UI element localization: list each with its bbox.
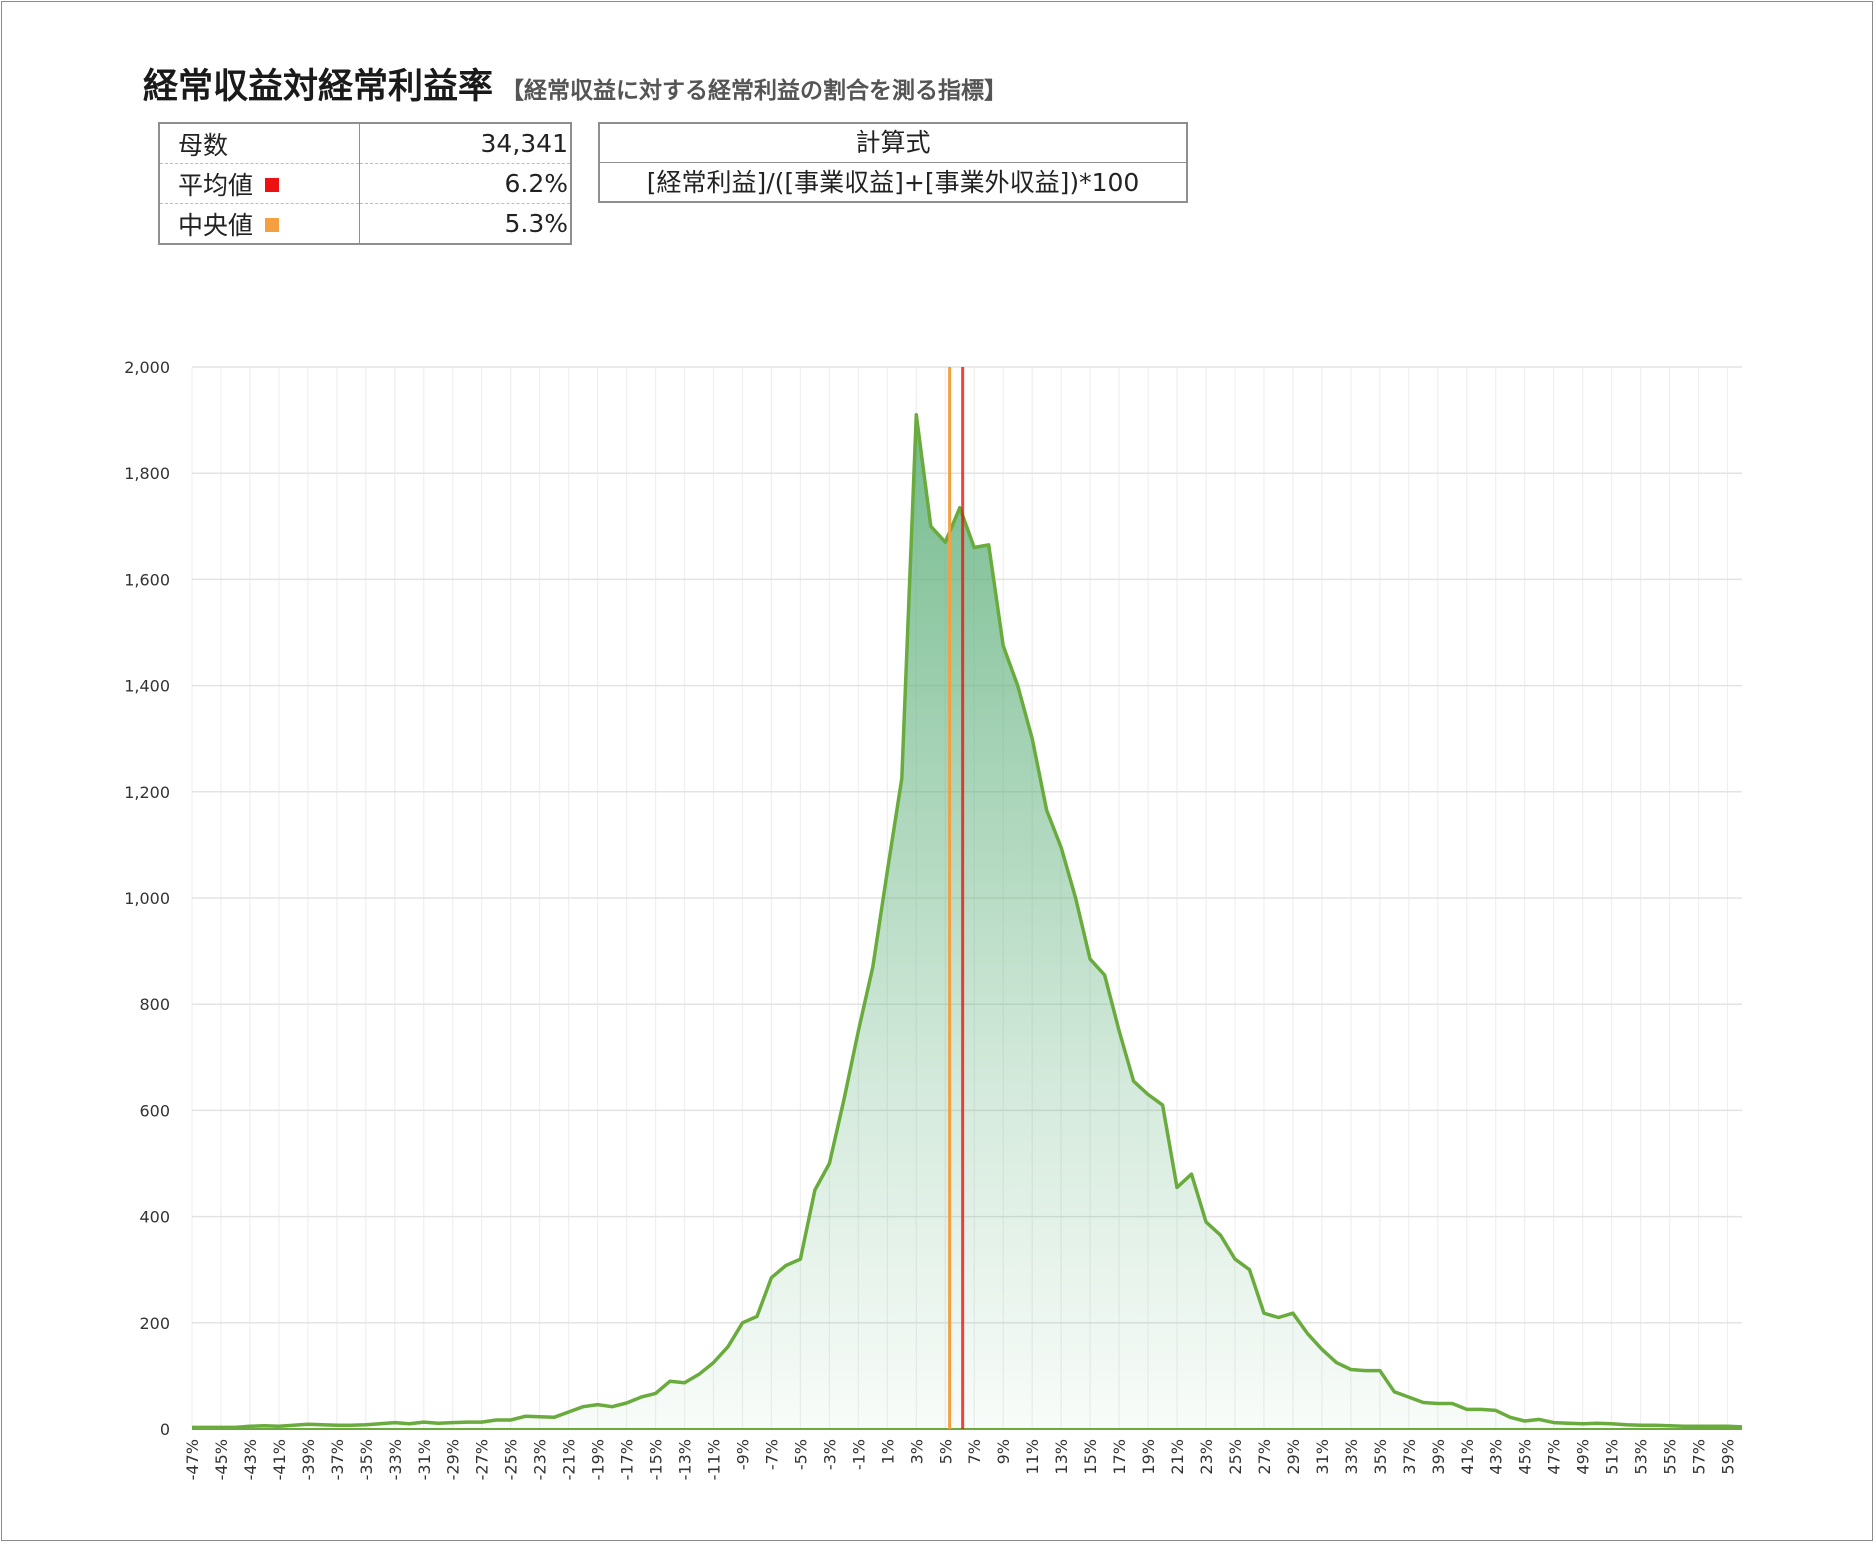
- distribution-area: [192, 414, 1742, 1429]
- x-tick-label: -27%: [473, 1439, 492, 1480]
- y-tick-label: 1,000: [124, 889, 170, 908]
- x-tick-label: -45%: [212, 1439, 231, 1480]
- x-tick-label: -37%: [328, 1439, 347, 1480]
- x-tick-label: 39%: [1429, 1439, 1448, 1475]
- x-tick-label: -17%: [618, 1439, 637, 1480]
- x-tick-label: 35%: [1371, 1439, 1390, 1475]
- x-tick-label: -7%: [762, 1439, 781, 1470]
- y-tick-label: 1,200: [124, 783, 170, 802]
- y-tick-label: 200: [139, 1314, 170, 1333]
- y-tick-label: 0: [160, 1420, 170, 1439]
- distribution-chart: 0 200 400 600 800 1,000 1,200 1,400 1,600 1,800 2,…: [124, 358, 1743, 1480]
- x-tick-label: 9%: [994, 1439, 1013, 1464]
- x-tick-label: 43%: [1487, 1439, 1506, 1475]
- x-tick-label: 47%: [1545, 1439, 1564, 1475]
- x-tick-label: -19%: [589, 1439, 608, 1480]
- x-tick-label: 19%: [1139, 1439, 1158, 1475]
- x-axis-tick-labels: -47% -45% -43% -41% -39% -37% -35% -33% -31% -29%…: [183, 1439, 1738, 1480]
- x-tick-label: 5%: [936, 1439, 955, 1464]
- x-tick-label: 31%: [1313, 1439, 1332, 1475]
- x-tick-label: 1%: [878, 1439, 897, 1464]
- y-axis-tick-labels: 0 200 400 600 800 1,000 1,200 1,400 1,600 1,800 2,…: [124, 358, 170, 1439]
- x-tick-label: 51%: [1603, 1439, 1622, 1475]
- x-tick-label: -31%: [415, 1439, 434, 1480]
- x-tick-label: 17%: [1110, 1439, 1129, 1475]
- x-tick-label: 37%: [1400, 1439, 1419, 1475]
- y-tick-label: 1,800: [124, 464, 170, 483]
- x-tick-label: 45%: [1516, 1439, 1535, 1475]
- x-tick-label: 21%: [1168, 1439, 1187, 1475]
- x-tick-label: -21%: [560, 1439, 579, 1480]
- y-tick-label: 1,400: [124, 677, 170, 696]
- x-tick-label: 55%: [1661, 1439, 1680, 1475]
- x-tick-label: -9%: [733, 1439, 752, 1470]
- y-tick-label: 2,000: [124, 358, 170, 377]
- x-tick-label: 27%: [1255, 1439, 1274, 1475]
- x-tick-label: -33%: [386, 1439, 405, 1480]
- x-tick-label: -23%: [531, 1439, 550, 1480]
- x-tick-label: 15%: [1081, 1439, 1100, 1475]
- x-tick-label: -5%: [791, 1439, 810, 1470]
- x-tick-label: 11%: [1023, 1439, 1042, 1475]
- x-tick-label: 49%: [1574, 1439, 1593, 1475]
- x-tick-label: 13%: [1052, 1439, 1071, 1475]
- x-tick-label: -35%: [357, 1439, 376, 1480]
- x-tick-label: -15%: [647, 1439, 666, 1480]
- y-tick-label: 600: [139, 1101, 170, 1120]
- x-tick-label: 25%: [1226, 1439, 1245, 1475]
- x-tick-label: -29%: [444, 1439, 463, 1480]
- x-tick-label: -25%: [502, 1439, 521, 1480]
- y-tick-label: 800: [139, 995, 170, 1014]
- y-tick-label: 400: [139, 1208, 170, 1227]
- x-tick-label: 57%: [1690, 1439, 1709, 1475]
- x-tick-label: 59%: [1719, 1439, 1738, 1475]
- x-tick-label: 7%: [965, 1439, 984, 1464]
- x-tick-label: 23%: [1197, 1439, 1216, 1475]
- x-tick-label: -47%: [183, 1439, 202, 1480]
- x-tick-label: 29%: [1284, 1439, 1303, 1475]
- x-tick-label: -3%: [820, 1439, 839, 1470]
- y-tick-label: 1,600: [124, 570, 170, 589]
- x-tick-label: -39%: [299, 1439, 318, 1480]
- x-tick-label: 53%: [1632, 1439, 1651, 1475]
- x-tick-label: -13%: [676, 1439, 695, 1480]
- x-tick-label: -1%: [849, 1439, 868, 1470]
- x-tick-label: -43%: [241, 1439, 260, 1480]
- x-tick-label: -11%: [704, 1439, 723, 1480]
- x-tick-label: -41%: [270, 1439, 289, 1480]
- x-tick-label: 3%: [907, 1439, 926, 1464]
- x-tick-label: 33%: [1342, 1439, 1361, 1475]
- x-tick-label: 41%: [1458, 1439, 1477, 1475]
